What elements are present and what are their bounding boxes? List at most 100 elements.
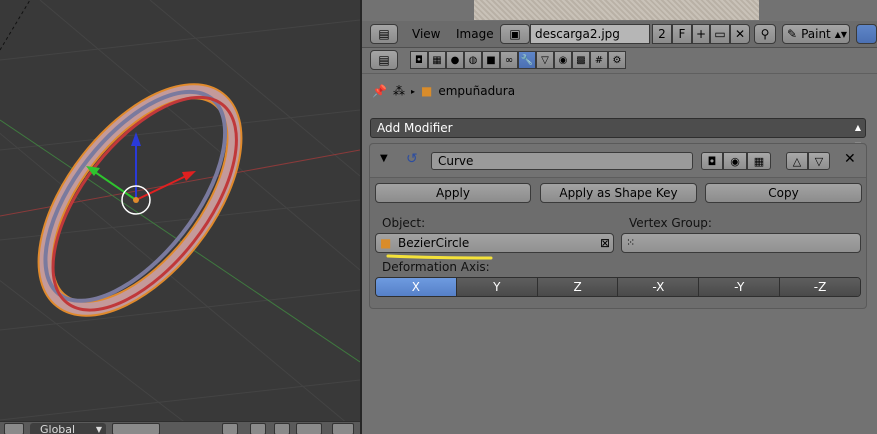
properties-editor-button[interactable]: ▤ [370,50,398,70]
viewport-mode-button[interactable] [4,423,24,434]
add-modifier-dropdown[interactable]: Add Modifier ▲▼ [370,118,866,150]
world-icon: ◍ [468,54,478,66]
viewport-toggle-button[interactable]: ◉ [723,152,747,170]
close-icon: ✕ [734,27,746,41]
3d-viewport[interactable]: Global ▼ [0,0,360,434]
camera-icon: ◘ [707,154,717,168]
pin-button[interactable]: ⚲ [754,24,776,44]
object-field[interactable]: ■ BezierCircle ⊠ [375,233,614,253]
cube-icon: ■ [486,54,496,66]
axis-z-button[interactable]: Z [536,278,618,296]
image-name-field[interactable]: descarga2.jpg [530,24,650,44]
object-label: Object: [382,216,426,230]
move-up-button[interactable]: △ [786,152,808,170]
add-modifier-label: Add Modifier [377,121,453,135]
scene-icon: ⁂ [392,84,405,98]
menu-image[interactable]: Image [456,27,494,41]
render-toggle-button[interactable]: ◘ [701,152,723,170]
collapse-triangle-icon[interactable]: ▼ [380,153,388,164]
texture-icon: ▩ [576,54,586,66]
manipulator-icon[interactable] [222,423,238,434]
fake-user-button[interactable]: F [672,24,692,44]
layer-buttons[interactable] [112,423,160,434]
copy-button[interactable]: Copy [705,183,862,203]
move-down-button[interactable]: ▽ [808,152,830,170]
vertex-group-field[interactable]: ⁙ [621,233,861,253]
vertex-group-icon: ⁙ [626,236,636,249]
apply-button[interactable]: Apply [375,183,531,203]
cube-icon: ■ [380,236,392,250]
users-count: 2 [652,24,672,44]
snap-icon[interactable] [274,423,290,434]
chevron-down-icon: ▲▼ [834,29,848,39]
modifier-header: ▼ ↺ Curve ◘ ◉ ▦ △ ▽ ✕ [370,144,866,178]
clear-icon[interactable]: ⊠ [600,234,610,252]
editmode-toggle-button[interactable]: ▦ [747,152,771,170]
pin-icon: ⚲ [760,27,770,41]
image-editor-header: ▤ View Image ▣ descarga2.jpg 2 F + ▭ ✕ ⚲… [362,21,877,48]
chevron-up-icon: △ [792,154,802,168]
tab-scene[interactable]: ● [446,51,464,69]
deformation-axis-selector: X Y Z -X -Y -Z [375,277,861,297]
tab-world[interactable]: ◍ [464,51,482,69]
curve-data-icon: ▽ [541,54,549,66]
tab-render-layers[interactable]: ▦ [428,51,446,69]
tab-material[interactable]: ◉ [554,51,572,69]
folder-icon: ▭ [714,27,726,41]
mode-label: Paint [801,27,831,41]
deformation-axis-label: Deformation Axis: [382,260,490,274]
axis-neg-x-button[interactable]: -X [617,278,699,296]
chevron-right-icon: ▸ [410,86,415,96]
properties-icon: ▤ [378,53,390,67]
pivot-icon[interactable] [250,423,266,434]
pin-icon[interactable]: 📌 [372,84,387,98]
axis-y-button[interactable]: Y [455,278,537,296]
orientation-dropdown[interactable]: Global ▼ [30,423,106,434]
plus-icon: + [695,27,707,41]
chevron-down-icon: ▽ [814,154,824,168]
object-value: BezierCircle [398,236,470,250]
proportional-edit-icon[interactable] [296,423,322,434]
image-browse-button[interactable]: ▣ [500,24,530,44]
cube-icon: ■ [420,84,433,98]
render-icon[interactable] [332,423,354,434]
grid-icon: # [594,54,604,66]
orientation-label: Global [40,423,76,434]
editmode-icon: ▦ [753,154,765,168]
tab-object[interactable]: ■ [482,51,500,69]
wrench-icon: 🔧 [520,54,534,66]
annotation-underline [386,254,493,260]
new-image-button[interactable]: + [692,24,710,44]
paint-tool-icon[interactable] [856,24,877,44]
properties-tabs: ▤ ◘ ▦ ● ◍ ■ ∞ 🔧 ▽ ◉ ▩ # ⚙ [362,48,877,74]
eye-icon: ◉ [730,154,740,168]
axis-neg-y-button[interactable]: -Y [698,278,780,296]
layers-icon: ▦ [432,54,442,66]
mode-dropdown[interactable]: ✎ Paint ▲▼ [782,24,850,44]
close-icon[interactable]: ✕ [844,151,856,167]
properties-area: ▤ View Image ▣ descarga2.jpg 2 F + ▭ ✕ ⚲… [362,0,877,434]
viewport-footer: Global ▼ [0,421,360,434]
tab-physics-extra[interactable]: ⚙ [608,51,626,69]
tab-modifiers[interactable]: 🔧 [518,51,536,69]
modifier-name-field[interactable]: Curve [431,152,693,170]
tab-texture[interactable]: ▩ [572,51,590,69]
tab-empty [626,51,636,69]
tab-data[interactable]: ▽ [536,51,554,69]
axis-x-button[interactable]: X [376,278,456,296]
paint-brush-icon: ✎ [787,27,798,41]
unlink-image-button[interactable]: ✕ [730,24,750,44]
chain-icon: ∞ [504,54,514,66]
editor-type-button[interactable]: ▤ [370,24,398,44]
menu-view[interactable]: View [412,27,440,41]
breadcrumb: 📌 ⁂ ▸ ■ empuñadura [372,82,515,100]
ring-object [37,83,243,317]
physics-icon: ⚙ [612,54,622,66]
tab-constraints[interactable]: ∞ [500,51,518,69]
open-image-button[interactable]: ▭ [710,24,730,44]
tab-physics[interactable]: # [590,51,608,69]
editor-type-icon: ▤ [378,27,390,41]
apply-as-shape-key-button[interactable]: Apply as Shape Key [540,183,697,203]
tab-render[interactable]: ◘ [410,51,428,69]
axis-neg-z-button[interactable]: -Z [779,278,860,296]
